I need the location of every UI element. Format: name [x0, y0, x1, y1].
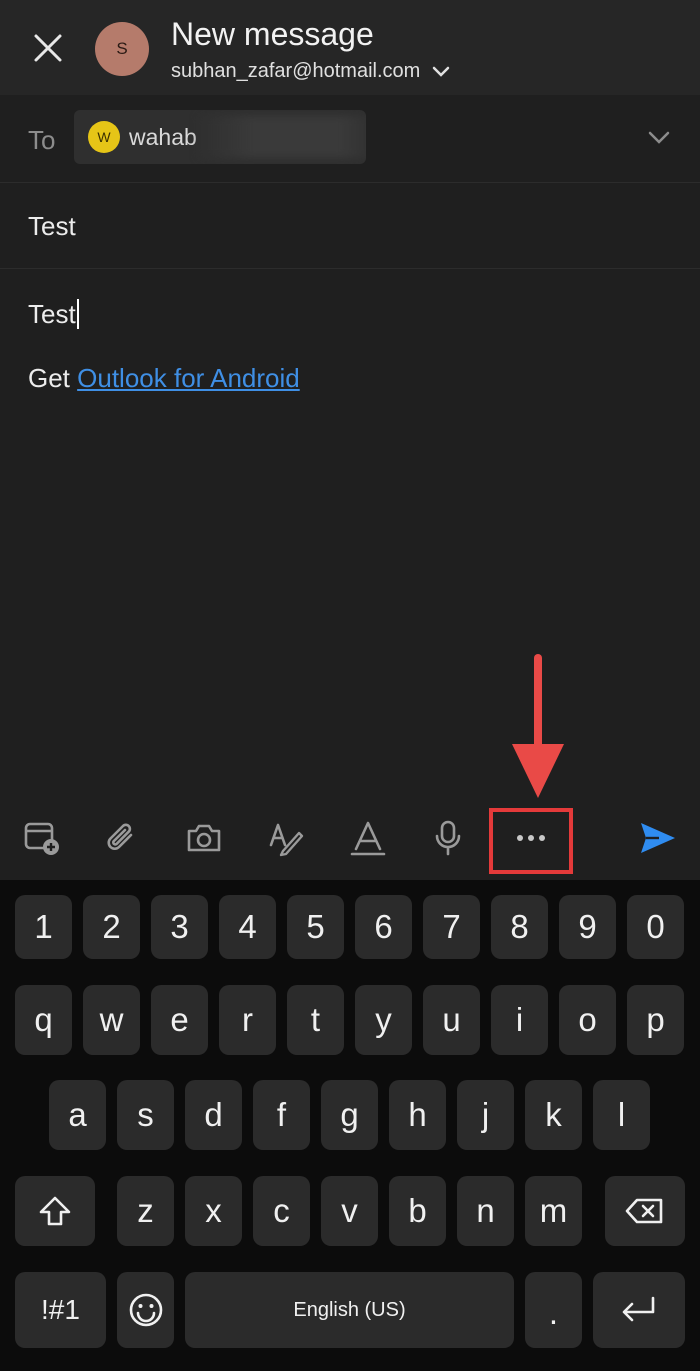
key-i[interactable]: i — [491, 985, 548, 1055]
close-button[interactable] — [26, 26, 70, 70]
page-title: New message — [171, 16, 374, 52]
annotation-highlight-box — [489, 808, 573, 874]
key-a[interactable]: a — [49, 1080, 106, 1150]
backspace-key[interactable] — [605, 1176, 685, 1246]
spacebar[interactable]: English (US) — [185, 1272, 514, 1348]
key-4[interactable]: 4 — [219, 895, 276, 959]
text-caret — [76, 299, 79, 329]
body-text-line: Test — [28, 299, 79, 330]
key-v[interactable]: v — [321, 1176, 378, 1246]
to-label: To — [28, 125, 56, 155]
key-f[interactable]: f — [253, 1080, 310, 1150]
recipient-avatar: W — [88, 121, 120, 153]
onscreen-keyboard: 1 2 3 4 5 6 7 8 9 0 q w e r t y u i o p … — [0, 880, 700, 1371]
shift-key[interactable] — [15, 1176, 95, 1246]
signature-prefix: Get — [28, 363, 78, 393]
recipient-name: wahab — [129, 123, 197, 150]
format-text-icon — [350, 821, 386, 856]
enter-key[interactable] — [593, 1272, 685, 1348]
outlook-for-android-link[interactable]: Outlook for Android — [77, 363, 300, 393]
key-w[interactable]: w — [83, 985, 140, 1055]
key-q[interactable]: q — [15, 985, 72, 1055]
key-t[interactable]: t — [287, 985, 344, 1055]
key-8[interactable]: 8 — [491, 895, 548, 959]
signature: Get Outlook for Android — [28, 363, 300, 394]
calendar-add-icon — [24, 822, 59, 855]
key-5[interactable]: 5 — [287, 895, 344, 959]
backspace-icon — [625, 1198, 663, 1224]
key-7[interactable]: 7 — [423, 895, 480, 959]
key-y[interactable]: y — [355, 985, 412, 1055]
annotation-arrow-head — [512, 744, 564, 798]
send-button[interactable] — [636, 816, 680, 860]
draw-button[interactable] — [264, 816, 308, 860]
key-e[interactable]: e — [151, 985, 208, 1055]
key-b[interactable]: b — [389, 1176, 446, 1246]
close-icon — [34, 34, 62, 62]
annotation-arrow-shaft — [534, 654, 542, 752]
from-email: subhan_zafar@hotmail.com — [171, 60, 421, 82]
key-m[interactable]: m — [525, 1176, 582, 1246]
key-p[interactable]: p — [627, 985, 684, 1055]
key-3[interactable]: 3 — [151, 895, 208, 959]
key-s[interactable]: s — [117, 1080, 174, 1150]
from-account-selector[interactable]: subhan_zafar@hotmail.com — [171, 60, 452, 83]
key-c[interactable]: c — [253, 1176, 310, 1246]
chevron-down-icon — [648, 131, 670, 144]
key-d[interactable]: d — [185, 1080, 242, 1150]
attach-icon — [107, 823, 133, 850]
enter-icon — [622, 1296, 655, 1322]
compose-header: S New message subhan_zafar@hotmail.com — [0, 0, 700, 95]
expand-recipients-button[interactable] — [646, 125, 672, 151]
key-j[interactable]: j — [457, 1080, 514, 1150]
attach-button[interactable] — [100, 816, 144, 860]
key-period[interactable]: . — [525, 1272, 582, 1348]
key-1[interactable]: 1 — [15, 895, 72, 959]
key-l[interactable]: l — [593, 1080, 650, 1150]
key-z[interactable]: z — [117, 1176, 174, 1246]
redacted-blur — [198, 116, 366, 158]
to-field-row: To W wahab — [0, 95, 700, 183]
key-o[interactable]: o — [559, 985, 616, 1055]
key-n[interactable]: n — [457, 1176, 514, 1246]
key-x[interactable]: x — [185, 1176, 242, 1246]
draw-icon — [269, 823, 304, 857]
dictate-button[interactable] — [426, 816, 470, 860]
subject-text: Test — [28, 211, 76, 241]
key-0[interactable]: 0 — [627, 895, 684, 959]
microphone-icon — [435, 820, 461, 856]
key-u[interactable]: u — [423, 985, 480, 1055]
send-icon — [641, 823, 675, 853]
key-r[interactable]: r — [219, 985, 276, 1055]
sender-avatar[interactable]: S — [95, 22, 149, 76]
compose-toolbar — [0, 800, 700, 880]
symbols-key[interactable]: !#1 — [15, 1272, 106, 1348]
key-g[interactable]: g — [321, 1080, 378, 1150]
camera-icon — [187, 824, 221, 852]
calendar-add-button[interactable] — [20, 816, 64, 860]
camera-button[interactable] — [182, 816, 226, 860]
key-6[interactable]: 6 — [355, 895, 412, 959]
key-k[interactable]: k — [525, 1080, 582, 1150]
key-h[interactable]: h — [389, 1080, 446, 1150]
key-9[interactable]: 9 — [559, 895, 616, 959]
message-body[interactable]: Test Get Outlook for Android — [0, 269, 700, 799]
shift-icon — [39, 1196, 71, 1226]
format-text-button[interactable] — [346, 816, 390, 860]
key-2[interactable]: 2 — [83, 895, 140, 959]
recipient-chip[interactable]: W wahab — [74, 110, 366, 164]
chevron-down-icon — [432, 62, 452, 82]
emoji-key[interactable] — [117, 1272, 174, 1348]
subject-field[interactable]: Test — [0, 183, 700, 269]
emoji-icon — [129, 1293, 162, 1327]
